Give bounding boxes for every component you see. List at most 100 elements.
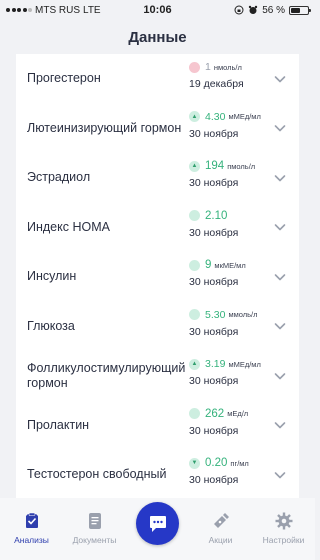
battery-percent: 56 % <box>262 4 285 16</box>
tab-settings[interactable]: Настройки <box>252 498 315 560</box>
value-line: 2.10 <box>189 207 279 225</box>
analysis-name: Глюкоза <box>27 318 75 333</box>
value-line: ▼ 0.20 пг/мл <box>189 454 279 472</box>
analysis-row[interactable]: Прогестерон 1 нмоль/л 19 декабря <box>16 54 299 104</box>
analysis-row[interactable]: Инсулин 9 мкМЕ/мл 30 ноября <box>16 252 299 302</box>
analysis-date: 19 декабря <box>189 78 244 90</box>
signal-icon <box>6 8 32 12</box>
analysis-date: 30 ноября <box>189 276 239 288</box>
analysis-unit: нмоль/л <box>213 62 242 72</box>
chevron-down-icon[interactable] <box>274 73 286 85</box>
analysis-row[interactable]: Глюкоза 5.30 ммоль/л 30 ноября <box>16 302 299 352</box>
analysis-value: 0.20 <box>205 457 228 469</box>
tab-promotions-label: Акции <box>208 535 233 545</box>
value-line: ▲ 194 пмоль/л <box>189 157 279 175</box>
analysis-name: Лютеинизирующий гормон <box>27 120 182 135</box>
tab-documents[interactable]: Документы <box>63 498 126 560</box>
chevron-down-icon[interactable] <box>274 370 286 382</box>
value-line: ▲ 3.19 мМЕд/мл <box>189 355 279 373</box>
analysis-row[interactable]: Лютеинизирующий гормон ▲ 4.30 мМЕд/мл 30… <box>16 104 299 154</box>
analysis-row[interactable]: Тестостерон свободный ▼ 0.20 пг/мл 30 но… <box>16 450 299 498</box>
analysis-name: Прогестерон <box>27 71 101 86</box>
status-indicator <box>189 259 200 271</box>
chevron-down-icon[interactable] <box>274 271 286 283</box>
tab-documents-label: Документы <box>72 535 117 545</box>
analysis-unit: мМЕд/мл <box>228 112 261 121</box>
analyses-icon <box>25 512 38 528</box>
analysis-value-block: 262 мЕд/л 30 ноября <box>189 405 279 437</box>
chevron-down-icon[interactable] <box>274 172 286 184</box>
chevron-down-icon[interactable] <box>274 469 286 481</box>
analysis-unit: пг/мл <box>230 458 249 468</box>
carrier-name: MTS RUS <box>35 4 80 16</box>
analysis-value-block: ▼ 0.20 пг/мл 30 ноября <box>189 454 279 486</box>
analysis-name: Индекс HOMA <box>27 219 110 234</box>
analysis-value-block: 1 нмоль/л 19 декабря <box>189 58 279 90</box>
alarm-icon <box>249 5 258 14</box>
analysis-name: Тестостерон свободный <box>27 467 167 482</box>
analysis-unit: пмоль/л <box>227 161 256 171</box>
value-line: 262 мЕд/л <box>189 405 279 423</box>
chat-icon <box>149 515 166 532</box>
analysis-value-block: 9 мкМЕ/мл 30 ноября <box>189 256 279 288</box>
status-indicator: ▲ <box>189 111 200 122</box>
network-type: LTE <box>83 4 101 16</box>
analysis-date: 30 ноября <box>189 177 239 189</box>
value-line: 1 нмоль/л <box>189 58 279 76</box>
value-line: ▲ 4.30 мМЕд/мл <box>189 108 279 126</box>
page-title: Данные <box>0 20 315 54</box>
analysis-row[interactable]: Индекс HOMA 2.10 30 ноября <box>16 203 299 253</box>
tab-settings-label: Настройки <box>262 535 305 545</box>
analysis-value: 5.30 <box>205 308 226 321</box>
status-indicator: ▲ <box>189 160 200 172</box>
analysis-unit: мМЕд/мл <box>228 359 261 369</box>
tab-analyses[interactable]: Анализы <box>0 498 63 560</box>
clock: 10:06 <box>143 4 172 16</box>
analysis-row[interactable]: Пролактин 262 мЕд/л 30 ноября <box>16 401 299 451</box>
tab-promotions[interactable]: Акции <box>189 498 252 560</box>
analysis-value: 3.19 <box>205 358 226 370</box>
status-indicator <box>189 309 200 320</box>
status-indicator: ▲ <box>189 358 200 370</box>
analysis-value: 194 <box>205 160 225 172</box>
analysis-row[interactable]: Фолликулостимулирующий гормон ▲ 3.19 мМЕ… <box>16 351 299 401</box>
analysis-value-block: ▲ 4.30 мМЕд/мл 30 ноября <box>189 108 279 140</box>
status-indicator <box>189 408 200 419</box>
battery-level <box>291 7 300 13</box>
analysis-date: 30 ноября <box>189 226 239 239</box>
analysis-date: 30 ноября <box>189 127 239 140</box>
analysis-value-block: 5.30 ммоль/л 30 ноября <box>189 306 279 338</box>
analysis-date: 30 ноября <box>189 424 239 437</box>
status-indicator: ▼ <box>189 457 200 469</box>
analyses-list: Прогестерон 1 нмоль/л 19 декабря Лютеини… <box>16 54 299 498</box>
analysis-value: 262 <box>205 407 225 420</box>
chevron-down-icon[interactable] <box>274 320 286 332</box>
analysis-value: 9 <box>205 259 212 271</box>
carrier-info: MTS RUS LTE <box>6 5 116 16</box>
analysis-date: 30 ноября <box>189 325 239 338</box>
status-indicator <box>189 210 200 221</box>
chat-button[interactable] <box>136 502 179 545</box>
analysis-name: Эстрадиол <box>27 170 91 185</box>
trend-arrow-icon: ▲ <box>191 163 198 169</box>
analysis-value: 1 <box>205 61 211 73</box>
analysis-row[interactable]: Эстрадиол ▲ 194 пмоль/л 30 ноября <box>16 153 299 203</box>
lock-rotation-icon <box>234 5 244 15</box>
analysis-unit: мкМЕ/мл <box>214 260 246 270</box>
analysis-name: Пролактин <box>27 417 90 432</box>
chevron-down-icon[interactable] <box>274 221 286 233</box>
chevron-down-icon[interactable] <box>274 122 286 134</box>
tab-analyses-label: Анализы <box>14 535 49 545</box>
chevron-down-icon[interactable] <box>274 419 286 431</box>
analysis-value-block: 2.10 30 ноября <box>189 207 279 239</box>
analysis-value: 4.30 <box>205 110 226 123</box>
analysis-value-block: ▲ 3.19 мМЕд/мл 30 ноября <box>189 355 279 387</box>
analysis-name: Инсулин <box>27 269 77 284</box>
value-line: 5.30 ммоль/л <box>189 306 279 324</box>
analysis-name: Фолликулостимулирующий гормон <box>27 360 186 390</box>
documents-icon <box>88 513 101 529</box>
promotions-icon <box>213 513 229 528</box>
trend-arrow-icon: ▲ <box>191 113 198 120</box>
analysis-unit: мЕд/л <box>227 409 249 418</box>
battery-icon <box>289 5 311 15</box>
